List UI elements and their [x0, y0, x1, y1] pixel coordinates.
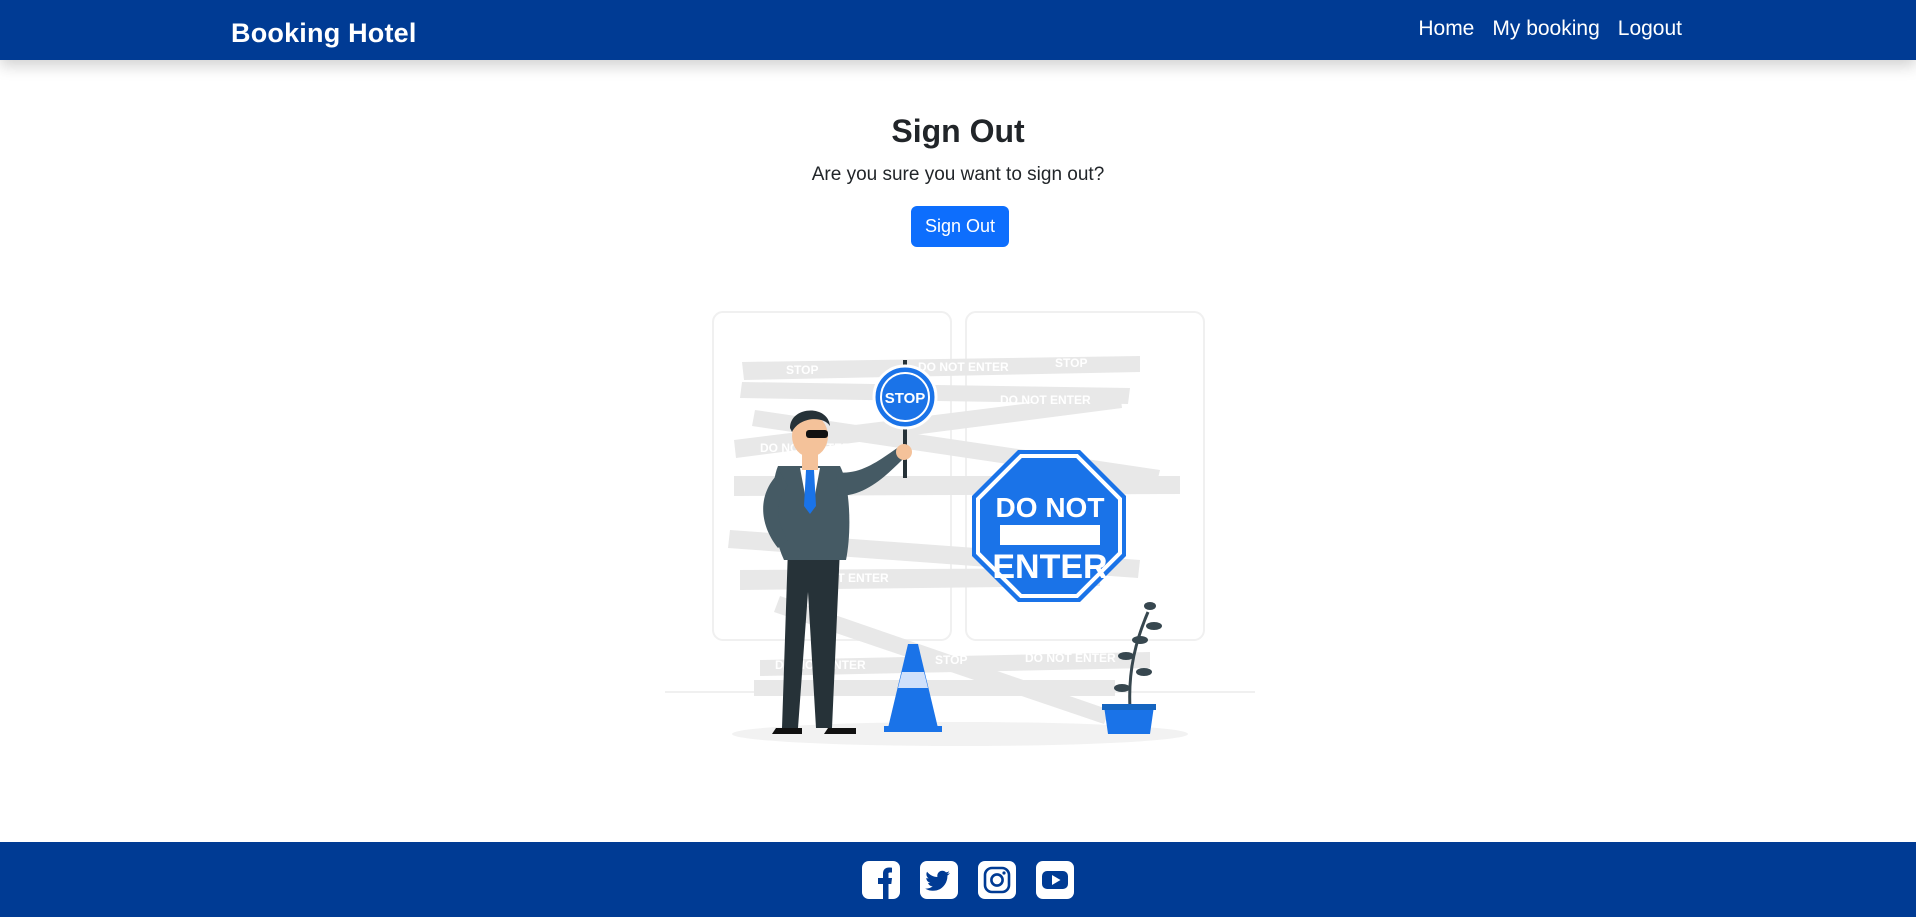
instagram-icon[interactable]: [978, 861, 1016, 899]
twitter-icon[interactable]: [920, 861, 958, 899]
brand-logo[interactable]: Booking Hotel: [231, 18, 417, 49]
svg-text:STOP: STOP: [786, 363, 818, 377]
svg-text:DO NOT ENTER: DO NOT ENTER: [1025, 651, 1116, 665]
youtube-icon[interactable]: [1036, 861, 1074, 899]
do-not-enter-illustration: STOP DO NOT ENTER STOP DO NOT ENTER DO N…: [665, 311, 1255, 746]
social-links: [862, 861, 1074, 899]
nav-link-logout[interactable]: Logout: [1618, 16, 1682, 42]
svg-text:DO NOT ENTER: DO NOT ENTER: [918, 360, 1009, 374]
facebook-icon[interactable]: [862, 861, 900, 899]
footer: [0, 842, 1916, 917]
sign-text-bottom: ENTER: [992, 548, 1107, 586]
sign-out-button[interactable]: Sign Out: [911, 206, 1009, 247]
svg-text:STOP: STOP: [935, 653, 967, 667]
page-title: Sign Out: [891, 113, 1025, 149]
sign-text-top: DO NOT: [996, 492, 1105, 523]
navbar: Booking Hotel Home My booking Logout: [0, 0, 1916, 60]
nav-links: Home My booking Logout: [1400, 16, 1682, 42]
stop-paddle-label: STOP: [885, 390, 926, 407]
signout-prompt: Are you sure you want to sign out?: [811, 164, 1105, 185]
svg-text:STOP: STOP: [1055, 356, 1087, 370]
nav-link-my-booking[interactable]: My booking: [1492, 16, 1599, 42]
nav-link-home[interactable]: Home: [1418, 16, 1474, 42]
svg-text:DO NOT ENTER: DO NOT ENTER: [1000, 393, 1091, 407]
